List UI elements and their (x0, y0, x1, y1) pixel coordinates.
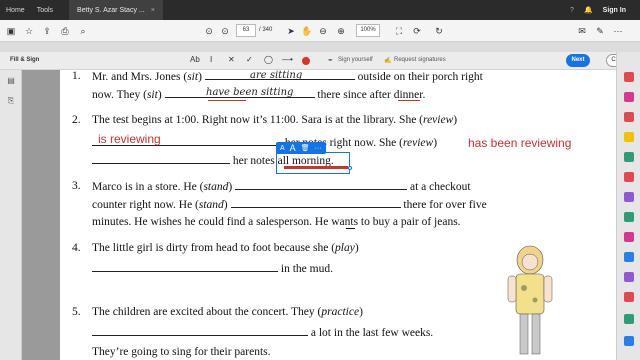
next-button[interactable]: Next (566, 54, 590, 67)
add-text-icon[interactable]: Ab (190, 55, 200, 64)
document-tab[interactable]: Betty S. Azar Stacy ... × (69, 0, 163, 20)
page-number-input[interactable]: 63 (236, 24, 256, 37)
select-cursor-icon[interactable]: ➤ (284, 24, 298, 38)
comment-icon[interactable]: ✎ (593, 24, 607, 38)
request-signatures-button[interactable]: Request signatures (394, 57, 446, 63)
fill-sign-title: Fill & Sign (10, 57, 40, 63)
left-navigation-rail: ▤ ⎘ (0, 70, 22, 360)
search-icon[interactable]: ⌕ (76, 24, 90, 38)
sign-yourself-button[interactable]: Sign yourself (338, 57, 373, 63)
combine-files-icon[interactable] (624, 172, 634, 182)
answer-text-has-been-reviewing[interactable]: has been reviewing (468, 136, 571, 150)
more-options-icon[interactable]: ··· (315, 145, 322, 152)
trash-icon[interactable]: 🗑 (301, 144, 310, 152)
item5-line3: They’re going to sing for their parents. (92, 346, 271, 358)
menu-home[interactable]: Home (0, 7, 31, 14)
decrease-text-size-button[interactable]: A (280, 145, 285, 152)
dot-icon[interactable]: • (290, 55, 293, 64)
item-number: 1. (72, 70, 81, 82)
print-icon[interactable]: ⎙ (58, 24, 72, 38)
item5-line1: The children are excited about the conce… (92, 306, 363, 318)
rotate-icon-2[interactable]: ↻ (432, 24, 446, 38)
save-icon[interactable]: ▣ (4, 24, 18, 38)
color-picker-red[interactable] (302, 57, 310, 65)
document-tab-title: Betty S. Azar Stacy ... (77, 6, 145, 14)
answer-handwritten-2: have been sitting (206, 87, 294, 98)
page-up-icon[interactable]: ⊙ (202, 24, 216, 38)
bookmark-star-icon[interactable]: ☆ (22, 24, 36, 38)
item3-line2: counter right now. He (stand) there for … (92, 199, 487, 211)
document-viewer[interactable]: 1. Mr. and Mrs. Jones (sit) outside on t… (22, 70, 616, 360)
close-tab-icon[interactable]: × (151, 7, 155, 14)
item3-line3: minutes. He wishes he could find a sales… (92, 216, 461, 228)
pdf-page: 1. Mr. and Mrs. Jones (sit) outside on t… (60, 70, 616, 360)
prepare-form-icon[interactable] (624, 252, 634, 262)
more-tools-rail-icon[interactable] (624, 292, 634, 302)
item-number: 5. (72, 306, 81, 318)
item2-line2: her notes right now. She (review) (92, 136, 437, 149)
page-down-icon[interactable]: ⊙ (218, 24, 232, 38)
underline-mark (208, 100, 246, 101)
item2-line1: The test begins at 1:00. Right now it’s … (92, 114, 458, 126)
hand-tool-icon[interactable]: ✋ (300, 24, 314, 38)
line-icon[interactable]: — (282, 55, 290, 64)
underline-mark-he (346, 228, 355, 229)
certificates-icon[interactable] (624, 336, 634, 346)
fit-page-icon[interactable]: ⛶ (392, 24, 406, 38)
item-number: 4. (72, 242, 81, 254)
circle-icon[interactable]: ◯ (264, 55, 273, 64)
request-signatures-icon: ✍ (384, 58, 392, 64)
measure-icon[interactable] (624, 314, 634, 324)
main-toolbar: ▣ ☆ ⇪ ⎙ ⌕ ⊙ ⊙ 63 / 340 ➤ ✋ ⊖ ⊕ 100% ⛶ ⟳ … (0, 20, 640, 42)
create-pdf-icon[interactable] (624, 92, 634, 102)
item5-line2: a lot in the last few weeks. (92, 326, 433, 339)
send-for-signature-icon[interactable] (624, 272, 634, 282)
app-menubar: Home Tools Betty S. Azar Stacy ... × ? 🔔… (0, 0, 640, 20)
sign-in-button[interactable]: Sign In (603, 7, 626, 14)
item-number: 2. (72, 114, 81, 126)
selected-annotation-box[interactable] (276, 152, 350, 174)
cross-mark-icon[interactable]: ✕ (228, 55, 235, 64)
more-tools-icon[interactable]: ⋯ (611, 24, 625, 38)
rotate-icon[interactable]: ⟳ (410, 24, 424, 38)
share-icon[interactable]: ✉ (575, 24, 589, 38)
thumbnails-icon[interactable]: ▤ (6, 76, 16, 86)
help-icon[interactable]: ? (570, 7, 574, 14)
annotation-context-toolbar: A A 🗑 ··· (276, 142, 326, 154)
checkmark-icon[interactable]: ✓ (246, 55, 253, 64)
cursor-text-icon[interactable]: I (210, 55, 212, 64)
underline-mark-since (398, 100, 420, 101)
item-number: 3. (72, 180, 81, 192)
comment-tool-icon[interactable] (624, 132, 634, 142)
answer-handwritten-1: are sitting (250, 70, 303, 81)
right-tools-rail (616, 52, 640, 360)
toolbar-divider (0, 42, 640, 52)
item4-line2: in the mud. (92, 262, 333, 275)
attachment-icon[interactable]: ⎘ (6, 96, 16, 106)
zoom-out-icon[interactable]: ⊖ (316, 24, 330, 38)
protect-icon[interactable] (624, 232, 634, 242)
organize-pages-icon[interactable] (624, 152, 634, 162)
item4-line1: The little girl is dirty from head to fo… (92, 242, 359, 254)
zoom-in-icon[interactable]: ⊕ (334, 24, 348, 38)
girl-illustration (507, 245, 553, 355)
bell-icon[interactable]: 🔔 (584, 6, 593, 14)
zoom-level-select[interactable]: 100% (356, 24, 380, 37)
edit-pdf-icon[interactable] (624, 112, 634, 122)
increase-text-size-button[interactable]: A (290, 143, 296, 153)
menu-tools[interactable]: Tools (31, 7, 59, 14)
export-pdf-icon[interactable] (624, 72, 634, 82)
sign-yourself-icon: ✒ (328, 58, 334, 64)
fill-sign-tool-icon[interactable] (624, 192, 634, 202)
page-total: / 340 (259, 27, 273, 33)
resize-handle[interactable] (348, 166, 352, 170)
scan-ocr-icon[interactable] (624, 212, 634, 222)
item3-line1: Marco is in a store. He (stand) at a che… (92, 181, 471, 193)
fill-sign-toolbar: Fill & Sign Ab I ✕ ✓ ◯ — • ✒ Sign yourse… (0, 52, 632, 70)
upload-icon[interactable]: ⇪ (40, 24, 54, 38)
